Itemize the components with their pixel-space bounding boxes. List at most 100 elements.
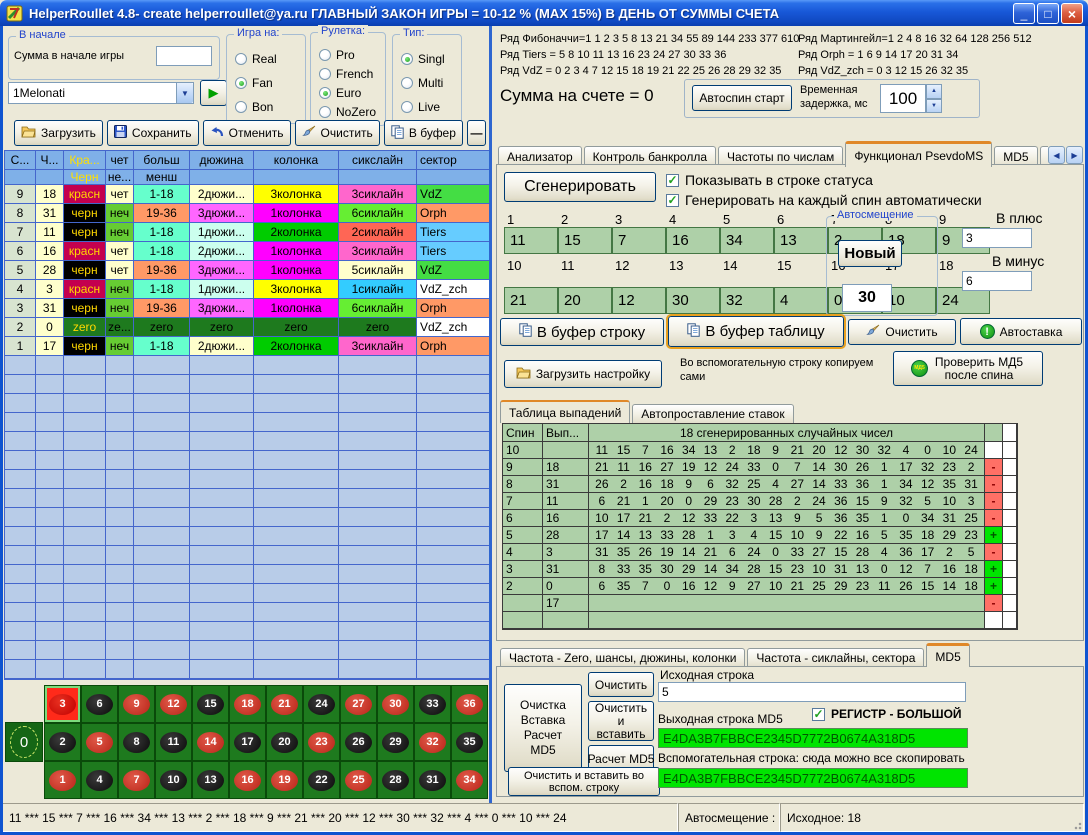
board-cell-30[interactable]: 30 [377,685,414,723]
num: 8 [591,562,613,576]
board-cell-26[interactable]: 26 [340,723,377,761]
radio-fan[interactable]: Fan [235,71,303,95]
collapse-button[interactable]: — [467,120,486,146]
board-cell-14[interactable]: 14 [192,723,229,761]
radio-euro[interactable]: Euro [319,83,383,102]
board-cell-8[interactable]: 8 [118,723,155,761]
tab-freq-2[interactable]: MD5 [926,643,969,667]
checkbox[interactable] [812,708,825,721]
load-settings-button[interactable]: Загрузить настройку [504,360,662,388]
load-button[interactable]: Загрузить [14,120,103,146]
number-disc: 5 [86,732,113,753]
board-cell-15[interactable]: 15 [192,685,229,723]
md5-clear-paste-button[interactable]: Очистить и вставить [588,701,654,741]
radio-live[interactable]: Live [401,95,459,119]
tab-main-3[interactable]: Функционал PsevdoMS [845,141,992,167]
minimize-button[interactable]: _ [1013,3,1035,24]
radio-french[interactable]: French [319,64,383,83]
scroll-right-icon[interactable]: ▶ [1066,146,1083,164]
new-button[interactable]: Новый [838,240,902,267]
radio-multi[interactable]: Multi [401,71,459,95]
board-cell-19[interactable]: 19 [266,761,303,799]
board-cell-5[interactable]: 5 [81,723,118,761]
board-cell-29[interactable]: 29 [377,723,414,761]
save-button[interactable]: Сохранить [107,120,199,146]
board-cell-10[interactable]: 10 [155,761,192,799]
clear-button[interactable]: Очистить [295,120,380,146]
autospin-start-button[interactable]: Автоспин старт [692,85,792,111]
resize-grip[interactable] [1072,820,1082,830]
autobet-button[interactable]: ! Автоставка [960,318,1082,345]
number-disc: 15 [197,694,224,715]
board-cell-1[interactable]: 1 [44,761,81,799]
close-button[interactable]: × [1061,3,1083,24]
tab-spins-1[interactable]: Автопроставление ставок [632,404,793,423]
autoshift-value[interactable]: 30 [842,284,892,312]
board-cell-24[interactable]: 24 [303,685,340,723]
board-cell-32[interactable]: 32 [414,723,451,761]
board-cell-17[interactable]: 17 [229,723,266,761]
board-cell-31[interactable]: 31 [414,761,451,799]
board-cell-3[interactable]: 3 [44,685,81,723]
scroll-left-icon[interactable]: ◀ [1048,146,1065,164]
board-cell-22[interactable]: 22 [303,761,340,799]
radio-pro[interactable]: Pro [319,45,383,64]
md5-clear-paste-aux-button[interactable]: Очистить и вставить во вспом. строку [508,767,660,796]
empty-cell [64,565,106,584]
tab-freq-1[interactable]: Частота - сиклайны, сектора [747,648,924,667]
board-cell-16[interactable]: 16 [229,761,266,799]
board-cell-9[interactable]: 9 [118,685,155,723]
clear-generated-button[interactable]: Очистить [848,319,956,345]
play-button[interactable]: ▶ [200,80,227,106]
empty-cell [190,413,254,432]
board-cell-18[interactable]: 18 [229,685,266,723]
radio-real[interactable]: Real [235,47,303,71]
check-md5-button[interactable]: МД5 Проверить МД5 после спина [893,351,1043,386]
start-sum-input[interactable] [156,46,212,66]
tab-spins-0[interactable]: Таблица выпадений [500,400,630,423]
spin-down-icon[interactable]: ▼ [926,99,942,114]
board-cell-2[interactable]: 2 [44,723,81,761]
board-cell-28[interactable]: 28 [377,761,414,799]
radio-nozero[interactable]: NoZero [319,102,383,121]
board-cell-6[interactable]: 6 [81,685,118,723]
generate-button[interactable]: Сгенерировать [504,172,656,202]
history-cell: 5 [5,261,36,280]
history-cell: 6сиклайн [339,204,417,223]
board-cell-20[interactable]: 20 [266,723,303,761]
source-string-input[interactable] [658,682,966,702]
spin-up-icon[interactable]: ▲ [926,84,942,99]
md5-clear-button[interactable]: Очистить [588,672,654,697]
maximize-button[interactable]: □ [1037,3,1059,24]
board-cell-4[interactable]: 4 [81,761,118,799]
checkbox[interactable] [666,194,679,207]
radio-singl[interactable]: Singl [401,47,459,71]
board-cell-36[interactable]: 36 [451,685,488,723]
board-cell-23[interactable]: 23 [303,723,340,761]
board-cell-35[interactable]: 35 [451,723,488,761]
copy-table-button[interactable]: В буфер таблицу [668,316,844,347]
board-cell-11[interactable]: 11 [155,723,192,761]
md5-all-in-one-button[interactable]: Очистка Вставка Расчет MD5 [504,684,582,772]
board-cell-27[interactable]: 27 [340,685,377,723]
board-cell-33[interactable]: 33 [414,685,451,723]
copy-row-button[interactable]: В буфер строку [500,318,664,346]
delay-value[interactable]: 100 [880,84,926,113]
board-cell-21[interactable]: 21 [266,685,303,723]
profile-combobox[interactable]: 1Melonati ▼ [8,82,194,104]
minus-input[interactable] [962,271,1032,291]
board-cell-34[interactable]: 34 [451,761,488,799]
board-cell-25[interactable]: 25 [340,761,377,799]
board-cell-7[interactable]: 7 [118,761,155,799]
history-cell: 2сиклайн [339,223,417,242]
to-clipboard-button[interactable]: В буфер [384,120,463,146]
checkbox[interactable] [666,174,679,187]
undo-button[interactable]: Отменить [203,120,291,146]
radio-bon[interactable]: Bon [235,95,303,119]
board-cell-zero[interactable]: 0 [5,722,43,762]
board-cell-13[interactable]: 13 [192,761,229,799]
board-cell-12[interactable]: 12 [155,685,192,723]
tab-freq-0[interactable]: Частота - Zero, шансы, дюжины, колонки [500,648,745,667]
plus-input[interactable] [962,228,1032,248]
chevron-down-icon[interactable]: ▼ [176,83,193,103]
